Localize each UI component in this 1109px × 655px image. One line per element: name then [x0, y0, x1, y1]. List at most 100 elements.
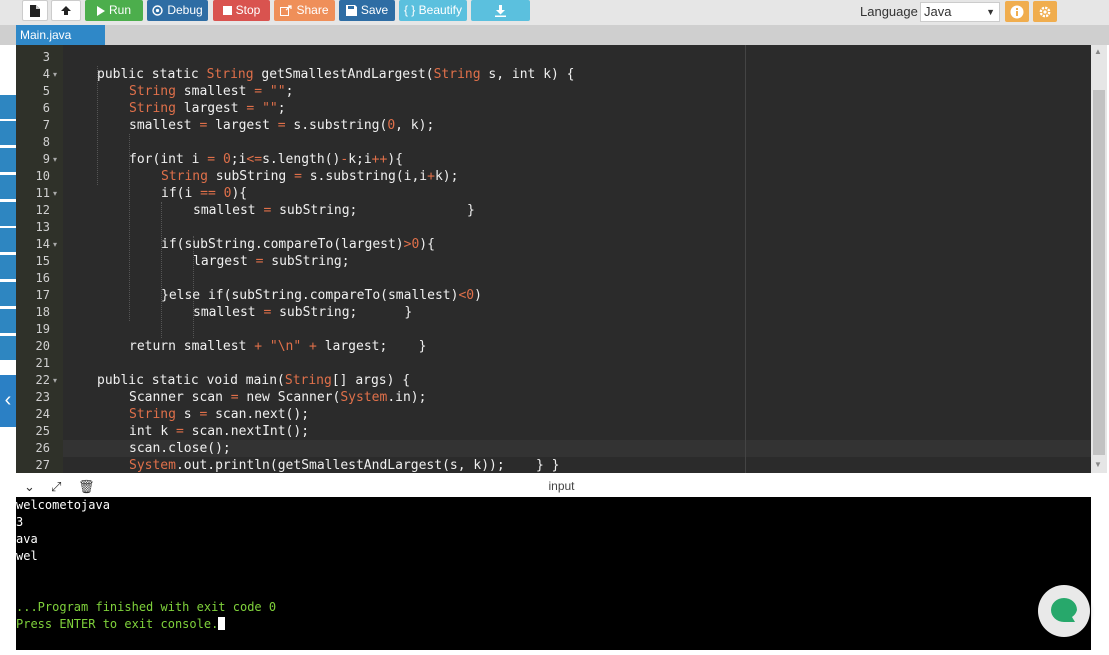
code-line: if(subString.compareTo(largest)>0){	[161, 236, 435, 253]
play-icon	[96, 5, 105, 16]
line-number: 23	[35, 390, 50, 404]
debug-label: Debug	[167, 3, 203, 17]
code-line: smallest = subString; }	[193, 304, 412, 321]
upload-button[interactable]	[51, 0, 81, 21]
console-line-text: wel	[16, 549, 38, 563]
code-token: subString;	[271, 254, 350, 269]
fold-toggle-icon[interactable]: ▾	[53, 66, 57, 83]
save-button[interactable]: Save	[339, 0, 395, 21]
fold-toggle-icon[interactable]: ▾	[53, 372, 57, 389]
code-token: System	[129, 458, 176, 473]
scroll-down-icon[interactable]: ▼	[1094, 460, 1102, 469]
code-token: k) {	[543, 67, 575, 82]
fold-toggle-icon[interactable]: ▾	[53, 236, 57, 253]
chat-button[interactable]	[1038, 585, 1090, 637]
fold-toggle-icon[interactable]: ▾	[53, 185, 57, 202]
code-token: smallest	[183, 84, 255, 99]
code-token: [] args) {	[331, 373, 411, 388]
fold-toggle-icon[interactable]: ▾	[53, 151, 57, 168]
code-token: =	[263, 305, 280, 320]
code-token: k	[160, 424, 176, 439]
code-token: public	[97, 67, 152, 82]
code-token: -	[340, 152, 349, 167]
sidebar-block	[0, 309, 16, 333]
code-token: s.substring(i,i	[309, 169, 428, 184]
code-token: String	[206, 67, 262, 82]
code-token: ){	[387, 152, 403, 167]
tab-main-java[interactable]: Main.java	[16, 25, 105, 45]
code-line: public static void main(String[] args) {	[97, 372, 410, 389]
code-token: ;	[285, 84, 294, 99]
code-token: smallest	[129, 118, 200, 133]
code-token: System	[340, 390, 388, 405]
stop-icon	[222, 6, 232, 15]
code-token: smallest	[193, 305, 264, 320]
run-button[interactable]: Run	[85, 0, 143, 21]
code-token: (	[277, 373, 285, 388]
code-token: ){	[419, 237, 435, 252]
code-token: +	[254, 339, 270, 354]
scroll-up-icon[interactable]: ▲	[1094, 47, 1102, 56]
beautify-button[interactable]: { } Beautify	[399, 0, 467, 21]
scrollbar-thumb[interactable]	[1093, 90, 1105, 455]
code-token: int	[160, 152, 192, 167]
code-line: return smallest + "\n" + largest; }	[129, 338, 426, 355]
sidebar-block	[0, 282, 16, 306]
download-button[interactable]	[471, 0, 530, 21]
console-line: 3	[16, 514, 23, 531]
console-line: Press ENTER to exit console.	[16, 616, 226, 633]
code-token: 0	[222, 152, 231, 167]
code-token: 0	[466, 288, 475, 303]
settings-button[interactable]	[1033, 1, 1057, 22]
code-token: i	[191, 152, 208, 167]
console-line-text: ava	[16, 532, 38, 546]
line-number: 5	[42, 84, 50, 98]
line-number: 4	[42, 67, 50, 81]
code-token: "\n"	[269, 339, 310, 354]
code-token: if	[161, 186, 177, 201]
share-button[interactable]: Share	[274, 0, 335, 21]
sidebar-block	[0, 202, 16, 226]
code-token: ==	[200, 186, 224, 201]
code-token: subString	[215, 169, 295, 184]
code-token: String	[284, 373, 332, 388]
line-number: 6	[42, 101, 50, 115]
info-button[interactable]	[1005, 1, 1029, 22]
code-token: if	[161, 237, 177, 252]
run-label: Run	[108, 3, 131, 17]
code-editor[interactable]: 3 4 ▾ 5 6 7 8 9 ▾ 10 11 ▾ 12 13 14 ▾ 15 16 17 18 19 20 21 22 ▾ 23…	[16, 45, 1107, 473]
code-token: for	[129, 152, 153, 167]
code-token: ""	[262, 101, 278, 116]
code-token: =	[199, 118, 216, 133]
code-token: subString; }	[279, 305, 413, 320]
console-cursor	[218, 617, 226, 630]
code-token: =	[254, 84, 270, 99]
code-area[interactable]: public static String getSmallestAndLarge…	[63, 45, 1091, 473]
save-label: Save	[360, 3, 389, 17]
console-line: ava	[16, 531, 38, 548]
code-token: return	[129, 339, 184, 354]
debug-button[interactable]: Debug	[147, 0, 208, 21]
console-output[interactable]: welcometojava 3 ava wel ...Program finished …	[16, 497, 1091, 650]
code-token: =	[230, 390, 247, 405]
code-token: s,	[488, 67, 512, 82]
new-file-button[interactable]	[22, 0, 48, 21]
language-select[interactable]: Java ▼	[920, 2, 1000, 22]
beautify-label: { } Beautify	[403, 3, 463, 17]
code-line: String smallest = "";	[129, 83, 293, 100]
stop-button[interactable]: Stop	[213, 0, 270, 21]
toolbar: Run Debug Stop Share Save { } Beautify L…	[0, 0, 1109, 25]
code-token: static	[151, 373, 207, 388]
code-token: smallest	[183, 339, 255, 354]
code-line: String s = scan.next();	[129, 406, 309, 423]
code-line: for(int i = 0;i<=s.length()-k;i++){	[129, 151, 403, 168]
code-token: =	[263, 203, 280, 218]
sidebar-block	[0, 336, 16, 360]
code-token: String	[433, 67, 489, 82]
collapse-sidebar-button[interactable]: ‹	[0, 375, 16, 427]
line-number: 17	[35, 288, 50, 302]
code-line: largest = subString;	[193, 253, 350, 270]
line-number-gutter: 3 4 ▾ 5 6 7 8 9 ▾ 10 11 ▾ 12 13 14 ▾ 15 16 17 18 19 20 21 22 ▾ 23…	[16, 45, 63, 473]
code-token: static	[151, 67, 207, 82]
editor-vertical-scrollbar[interactable]: ▲ ▼	[1091, 45, 1107, 473]
